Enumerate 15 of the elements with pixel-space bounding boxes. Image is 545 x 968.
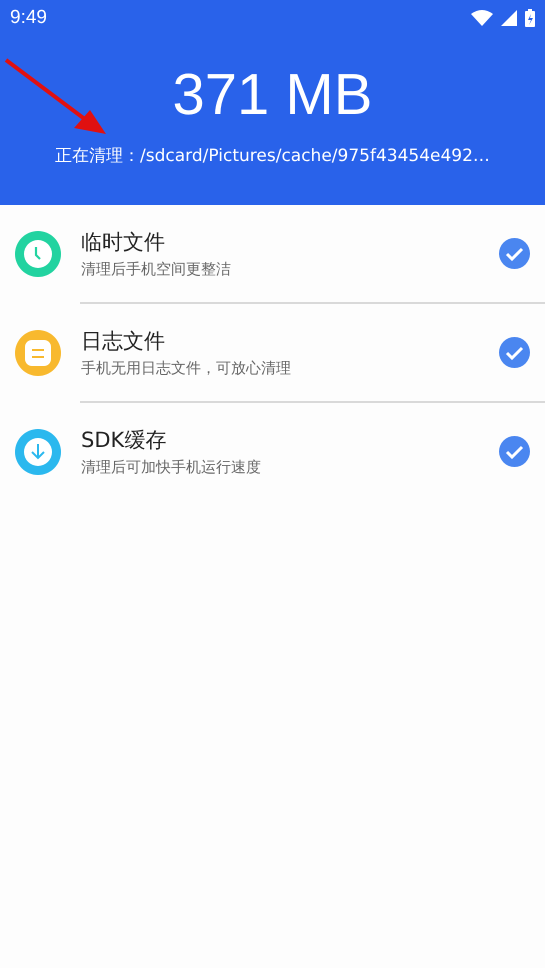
item-title: 临时文件 xyxy=(81,229,166,256)
junk-size: 371 MB xyxy=(172,66,372,124)
battery-icon xyxy=(525,9,535,27)
wifi-icon xyxy=(471,10,493,26)
checkbox[interactable] xyxy=(499,238,530,269)
item-description: 手机无用日志文件，可放心清理 xyxy=(81,359,292,378)
cleaning-path: 正在清理：/sdcard/Pictures/cache/975f43454e492… xyxy=(55,145,490,167)
status-time: 9:49 xyxy=(10,7,47,29)
item-title: 日志文件 xyxy=(81,328,166,355)
signal-icon xyxy=(501,10,517,26)
item-description: 清理后手机空间更整洁 xyxy=(81,260,232,279)
item-title: SDK缓存 xyxy=(81,427,168,454)
checkbox[interactable] xyxy=(499,337,530,368)
item-description: 清理后可加快手机运行速度 xyxy=(81,458,262,477)
checkbox[interactable] xyxy=(499,436,530,467)
